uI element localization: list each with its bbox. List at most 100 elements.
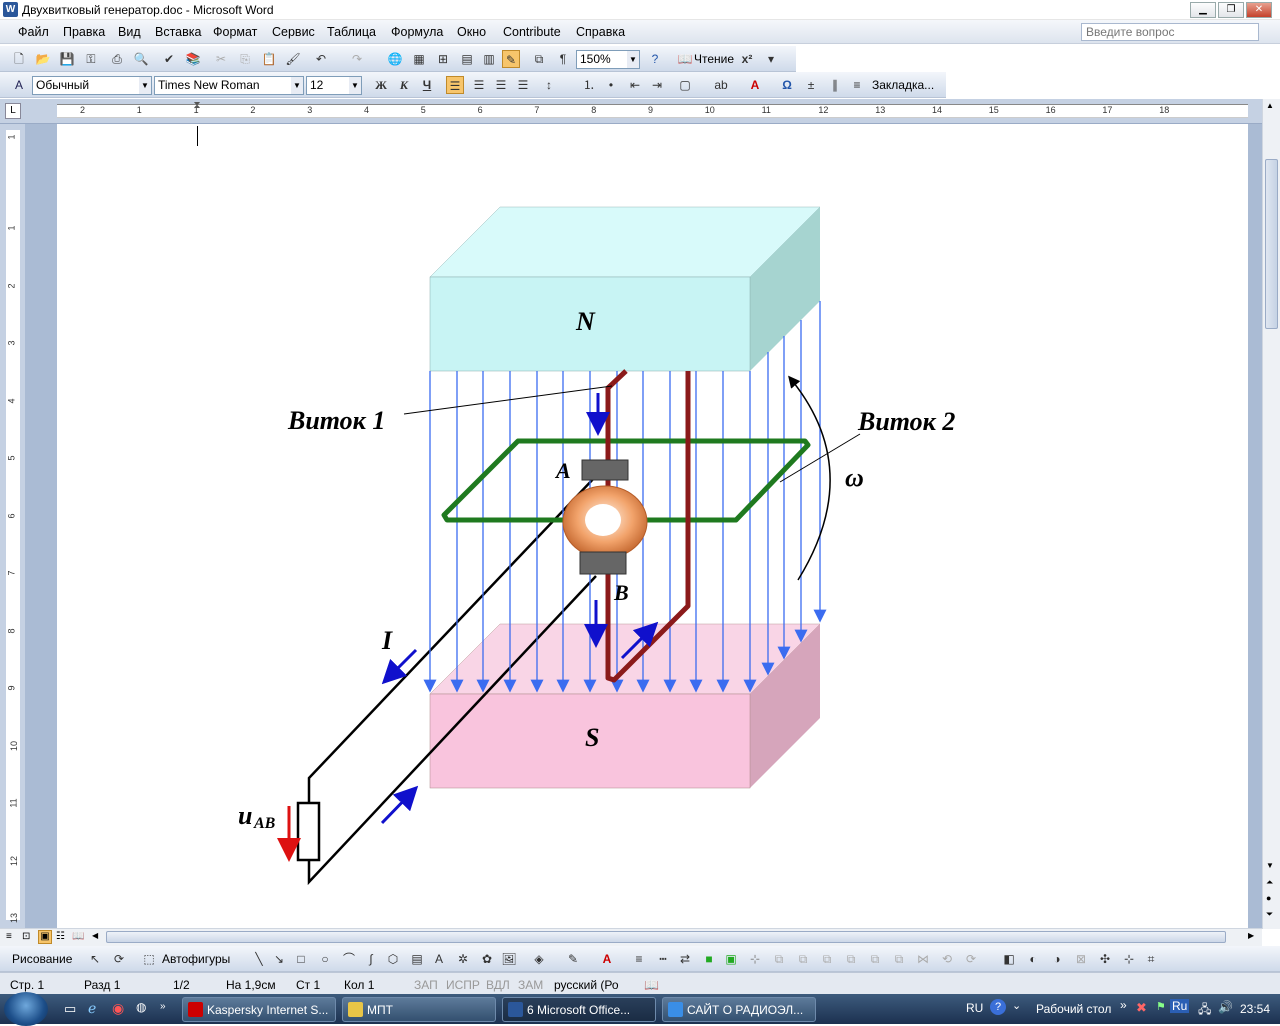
print-layout-icon[interactable]: ▣ [38, 930, 52, 944]
input-language[interactable]: RU [966, 1001, 983, 1015]
oval-icon[interactable]: ○ [316, 950, 334, 968]
distribute-icon[interactable]: ⧉ [866, 950, 884, 968]
horizontal-scrollbar[interactable]: ≡ ⊡ ▣ ☷ 📖 ◀ ▶ [0, 928, 1262, 946]
omega-label: ω [845, 463, 864, 492]
group-icon[interactable]: ⧉ [770, 950, 788, 968]
picture-icon[interactable]: 🖼 [500, 950, 518, 968]
draw-tools-icon[interactable]: ⊹ [746, 950, 764, 968]
task-kaspersky-label: Kaspersky Internet S... [207, 1003, 329, 1017]
voltage-subscript: AB [253, 815, 276, 832]
current-label: I [381, 626, 393, 655]
scroll-up-icon[interactable]: ▲ [1266, 101, 1274, 110]
brightness-icon[interactable]: ◐ [1024, 950, 1042, 968]
status-section: Разд 1 [84, 978, 121, 992]
volume-icon[interactable]: 🔊 [1218, 1000, 1233, 1014]
scroll-left-icon[interactable]: ◀ [92, 931, 98, 940]
task-kaspersky[interactable]: Kaspersky Internet S... [182, 997, 336, 1022]
wordart-icon[interactable]: A [430, 950, 448, 968]
select-objects-icon[interactable]: ↖ [86, 950, 104, 968]
contrast-icon[interactable]: ◑ [1048, 950, 1066, 968]
terminal-a-label: A [554, 458, 571, 483]
align-icon[interactable]: ⧉ [842, 950, 860, 968]
connector-icon[interactable]: ⊹ [1120, 950, 1138, 968]
tray-antivirus-icon[interactable]: ⚑ [1156, 1000, 1166, 1013]
word-icon [508, 1002, 523, 1017]
h-scroll-thumb[interactable] [106, 931, 1226, 943]
network-icon[interactable]: 🖧 [1198, 1000, 1211, 1021]
draw-font-color-icon[interactable]: A [598, 950, 616, 968]
clock[interactable]: 23:54 [1240, 1002, 1270, 1016]
arrow-style-icon[interactable]: ⇄ [676, 950, 694, 968]
status-pages: 1/2 [173, 978, 190, 992]
wrap-icon[interactable]: ◧ [1000, 950, 1018, 968]
task-browser[interactable]: САЙТ О РАДИОЭЛ... [662, 997, 816, 1022]
shape-icon[interactable]: ⬡ [384, 950, 402, 968]
task-word[interactable]: 6 Microsoft Office... [502, 997, 656, 1022]
previous-page-icon[interactable]: ⏶ [1266, 877, 1273, 888]
taskbar: ▭ ℯ ◉ ◍ » Kaspersky Internet S... МПТ 6 … [0, 992, 1280, 1026]
canvas-icon[interactable]: ⌗ [1142, 950, 1160, 968]
status-line: Ст 1 [296, 978, 321, 992]
order-icon[interactable]: ⧉ [818, 950, 836, 968]
ungroup-icon[interactable]: ⧉ [794, 950, 812, 968]
scroll-right-icon[interactable]: ▶ [1248, 931, 1254, 940]
show-desktop-icon[interactable]: ▭ [64, 1001, 76, 1017]
scroll-down-icon[interactable]: ▼ [1266, 861, 1274, 870]
spelling-status-icon[interactable]: 📖 [644, 978, 659, 992]
magnet-n-label: N [575, 307, 596, 336]
outline-view-icon[interactable]: ☷ [56, 931, 65, 942]
rotate-right-icon[interactable]: ⟳ [962, 950, 980, 968]
reading-view-icon[interactable]: 📖 [72, 931, 84, 942]
status-track[interactable]: ИСПР [446, 978, 480, 992]
quicklaunch-more-icon[interactable]: » [160, 1001, 166, 1012]
edit-points-icon[interactable]: ✣ [1096, 950, 1114, 968]
status-overtype[interactable]: ЗАМ [518, 978, 543, 992]
chrome-quicklaunch-icon[interactable]: ◉ [112, 1000, 124, 1017]
line-icon[interactable]: ╲ [250, 950, 268, 968]
magnet-s [429, 623, 821, 789]
tray-tools-icon[interactable]: ✖ [1136, 1000, 1147, 1016]
tray-language-indicator[interactable]: Ru [1170, 999, 1190, 1013]
shadow-icon[interactable]: ■ [700, 950, 718, 968]
skype-quicklaunch-icon[interactable]: ◍ [136, 1000, 146, 1014]
start-button[interactable] [4, 992, 48, 1026]
browse-object-icon[interactable]: ● [1266, 893, 1271, 903]
arrow-icon[interactable]: ↘ [270, 950, 288, 968]
desktop-more-icon[interactable]: » [1120, 998, 1127, 1012]
help-circle-icon[interactable]: ? [990, 999, 1006, 1015]
curve-icon[interactable]: ⌒ [340, 950, 358, 968]
3d-icon[interactable]: ▣ [722, 950, 740, 968]
status-position: На 1,9см [226, 978, 276, 992]
drawing-menu[interactable]: Рисование [12, 952, 72, 966]
nudge-icon[interactable]: ⧉ [890, 950, 908, 968]
autoshapes-menu[interactable]: Автофигуры [162, 952, 230, 966]
desktop-toolbar-label[interactable]: Рабочий стол [1036, 1002, 1111, 1016]
crop-icon[interactable]: ⊠ [1072, 950, 1090, 968]
fill-color-icon[interactable]: ◈ [530, 950, 548, 968]
status-record[interactable]: ЗАП [414, 978, 438, 992]
ie-quicklaunch-icon[interactable]: ℯ [88, 1000, 96, 1017]
rotate-left-icon[interactable]: ⟲ [938, 950, 956, 968]
dash-style-icon[interactable]: ┅ [654, 950, 672, 968]
scroll-thumb[interactable] [1265, 159, 1278, 329]
normal-view-icon[interactable]: ≡ [6, 931, 12, 942]
status-page: Стр. 1 [10, 978, 45, 992]
rectangle-icon[interactable]: □ [292, 950, 310, 968]
freeform-icon[interactable]: ∫ [362, 950, 380, 968]
flip-icon[interactable]: ⋈ [914, 950, 932, 968]
kaspersky-icon [188, 1002, 203, 1017]
rotate-icon[interactable]: ⟳ [110, 950, 128, 968]
task-mpt[interactable]: МПТ [342, 997, 496, 1022]
autoshapes-icon[interactable]: ⬚ [140, 950, 158, 968]
line-style-icon[interactable]: ≡ [630, 950, 648, 968]
slip-ring [562, 459, 648, 575]
web-view-icon[interactable]: ⊡ [22, 931, 30, 942]
clipart-icon[interactable]: ✿ [478, 950, 496, 968]
language-options-icon[interactable]: ⌄ [1012, 999, 1021, 1012]
vertical-scrollbar[interactable]: ▲ ▼ ⏶ ● ⏷ [1262, 99, 1280, 929]
line-color-icon[interactable]: ✎ [564, 950, 582, 968]
diagram-icon[interactable]: ✲ [454, 950, 472, 968]
status-extend[interactable]: ВДЛ [486, 978, 510, 992]
textbox-icon[interactable]: ▤ [408, 950, 426, 968]
next-page-icon[interactable]: ⏷ [1266, 909, 1273, 920]
